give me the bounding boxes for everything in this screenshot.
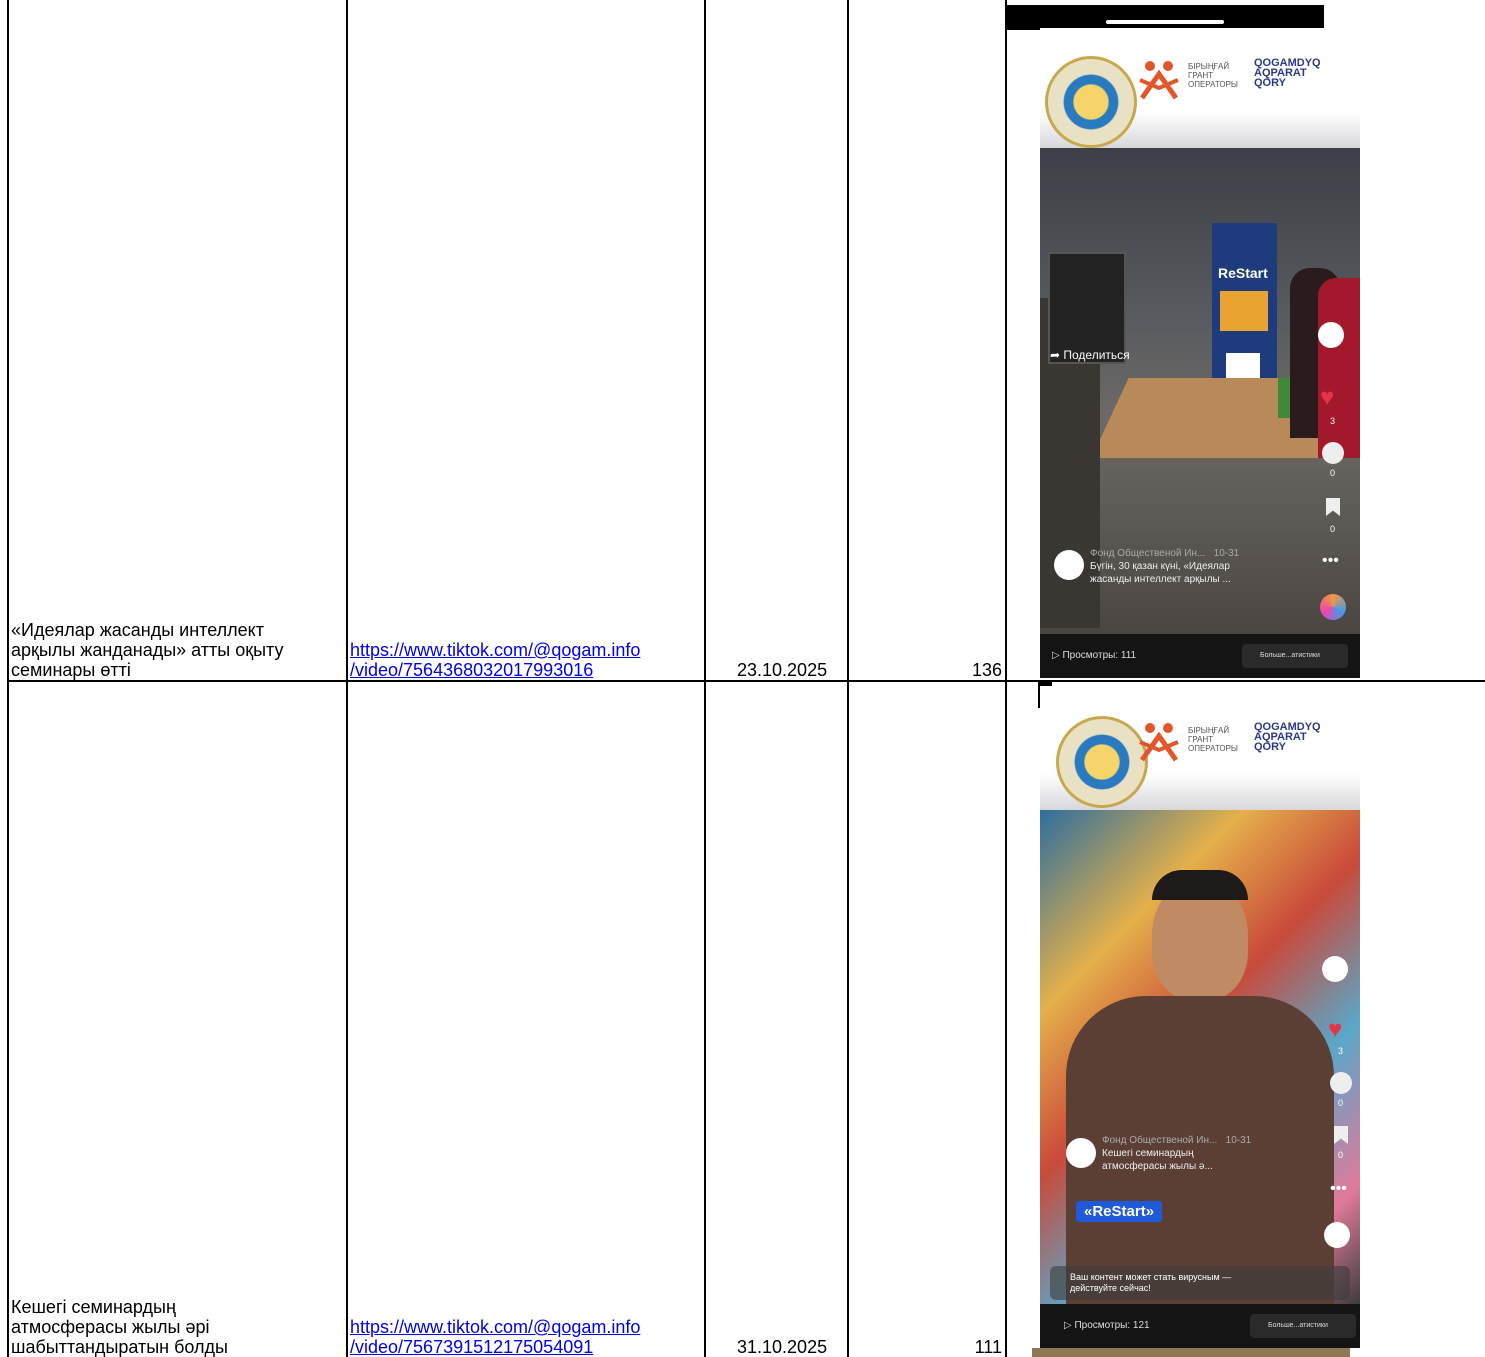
video-frame: 21:07 БІРЫҢҒАЙ ГРАНТ ОПЕРАТОРЫ QOGAMDYQ AQP… [1040,686,1360,1348]
comment-count: 0 [1330,468,1336,478]
more-icon[interactable]: ••• [1322,552,1339,570]
author-avatar[interactable] [1054,550,1084,580]
bookmark-count: 0 [1330,524,1336,534]
banner-word: ReStart [1218,265,1268,281]
qogam-logo-label: QOGAMDYQ AQPARAT QORY [1254,57,1321,89]
more-stats-button[interactable]: Больше...атистики [1250,1314,1356,1338]
post-link[interactable]: https://www.tiktok.com/@qogam.info /vide… [350,1317,640,1357]
grid-line [346,0,348,1357]
view-count: 136 [971,660,1002,680]
grant-operator-label: БІРЫҢҒАЙ ГРАНТ ОПЕРАТОРЫ [1188,726,1238,753]
viral-tip-banner[interactable]: Ваш контент может стать вирусным — дейст… [1050,1266,1350,1300]
stats-bar: ▷ Просмотры: 111 Больше...атистики [1040,634,1360,678]
post-date: 31.10.2025 [737,1337,828,1357]
person-figure [1318,278,1360,458]
grid-line [7,680,1485,682]
post-title: Кешегі семинардың атмосферасы жылы әрі ш… [11,1297,228,1357]
comment-count: 0 [1338,1098,1344,1108]
home-indicator [1106,20,1224,24]
share-button[interactable]: ➦ Поделиться [1050,348,1130,362]
banner-panel [1220,291,1268,331]
grid-line [704,0,706,1357]
author-avatar[interactable] [1066,1138,1096,1168]
stats-bar: ▷ Просмотры: 121 Больше...атистики [1040,1304,1360,1348]
state-emblem-icon [1056,716,1148,808]
status-time: 21:07 [1082,696,1116,711]
qogam-logo-label: QOGAMDYQ AQPARAT QORY [1254,721,1321,753]
view-count: 111 [974,1337,1002,1357]
next-image-edge [1032,1348,1350,1357]
like-icon[interactable]: ♥ [1320,384,1334,412]
post-link[interactable]: https://www.tiktok.com/@qogam.info /vide… [350,640,640,680]
grant-operator-label: БІРЫҢҒАЙ ГРАНТ ОПЕРАТОРЫ [1188,62,1238,89]
state-emblem-icon [1045,56,1137,148]
grant-operator-logo-icon [1139,723,1179,762]
mural-wall-scene [1040,810,1360,1306]
comment-icon[interactable] [1330,1072,1352,1094]
comment-icon[interactable] [1322,442,1344,464]
views-label: ▷ Просмотры: 121 [1064,1320,1150,1331]
grid-line [847,0,849,1357]
video-caption: Фонд Общественой Ин... 10-31 Кешегі семи… [1102,1135,1252,1172]
bookmark-count: 0 [1338,1150,1344,1160]
phone-top-bar [1006,5,1324,30]
video-frame: БІРЫҢҒАЙ ГРАНТ ОПЕРАТОРЫ QOGAMDYQ AQPARAT QO… [1040,28,1360,678]
post-date: 23.10.2025 [737,660,828,680]
restart-tag: «ReStart» [1076,1201,1163,1222]
music-disc-icon[interactable] [1324,1222,1350,1248]
like-count: 3 [1338,1046,1344,1056]
post-title: «Идеялар жасанды интеллект арқылы жандан… [11,620,284,680]
music-disc-icon[interactable] [1320,594,1346,620]
video-caption: Фонд Общественой Ин... 10-31 Бүгін, 30 қ… [1090,548,1240,585]
profile-avatar-icon[interactable] [1322,956,1348,982]
hair-figure [1152,870,1248,900]
more-stats-button[interactable]: Больше...атистики [1242,644,1348,668]
views-label: ▷ Просмотры: 111 [1052,650,1137,661]
like-count: 3 [1330,416,1336,426]
grant-operator-logo-icon [1139,61,1179,100]
like-icon[interactable]: ♥ [1328,1016,1342,1044]
grid-line [1005,0,1007,1357]
more-icon[interactable]: ••• [1330,1180,1347,1198]
grid-line [7,0,9,1357]
profile-avatar-icon[interactable] [1318,322,1344,348]
